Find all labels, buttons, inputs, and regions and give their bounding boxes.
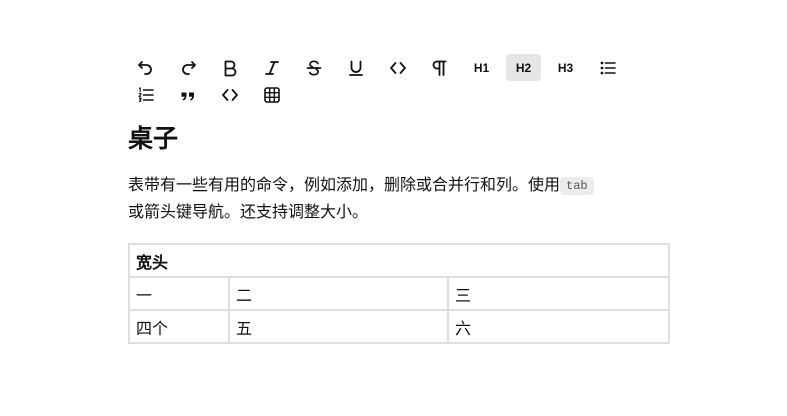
table-row: 一 二 三 <box>128 276 671 311</box>
code-block-icon <box>221 88 238 101</box>
underline-icon <box>348 60 363 76</box>
table-cell[interactable]: 二 <box>228 276 449 311</box>
quote-icon <box>181 92 194 100</box>
bold-icon <box>224 60 236 76</box>
table-icon <box>263 86 280 103</box>
heading-3-button[interactable]: H3 <box>548 54 583 81</box>
ordered-list-icon <box>137 86 154 102</box>
strikethrough-icon <box>306 59 321 76</box>
bullet-list-icon <box>600 61 616 74</box>
code-icon <box>389 61 406 74</box>
italic-button[interactable] <box>254 54 289 81</box>
table-cell[interactable]: 三 <box>446 276 671 311</box>
underline-button[interactable] <box>338 54 373 81</box>
table-cell[interactable]: 四个 <box>128 309 230 344</box>
heading-1-button[interactable]: H1 <box>464 54 499 81</box>
heading-2-label: H2 <box>515 60 532 75</box>
document-paragraph[interactable]: 表带有一些有用的命令，例如添加，删除或合并行和列。使用 tab 或箭头键导航。还支持… <box>128 172 668 225</box>
code-block-button[interactable] <box>212 81 247 108</box>
bullet-list-button[interactable] <box>590 54 625 81</box>
heading-2-button[interactable]: H2 <box>506 54 541 81</box>
paragraph-text-after: 或箭头键导航。还支持调整大小。 <box>128 202 369 221</box>
table-cell[interactable]: 五 <box>228 309 449 344</box>
undo-button[interactable] <box>128 54 163 81</box>
bold-button[interactable] <box>212 54 247 81</box>
table-row: 四个 五 六 <box>128 309 671 344</box>
blockquote-button[interactable] <box>170 81 205 108</box>
undo-icon <box>137 60 152 75</box>
redo-icon <box>181 60 196 75</box>
heading-3-label: H3 <box>557 60 574 75</box>
document-heading[interactable]: 桌子 <box>128 123 668 157</box>
table-cell[interactable]: 六 <box>446 309 671 344</box>
data-table: 宽头 一 二 三 四个 五 六 <box>127 243 671 344</box>
heading-1-label: H1 <box>473 60 490 75</box>
inline-code: tab <box>560 177 594 195</box>
editor: H1 H2 H3 桌子 表带有一些有用的命令，例如添加，删除或合并行和列。使用 … <box>127 54 671 344</box>
table-cell[interactable]: 一 <box>128 276 230 311</box>
table-header-row: 宽头 <box>127 243 671 278</box>
ordered-list-button[interactable] <box>128 81 163 108</box>
redo-button[interactable] <box>170 54 205 81</box>
table-header-cell[interactable]: 宽头 <box>127 243 671 278</box>
pilcrow-icon <box>432 60 446 76</box>
strikethrough-button[interactable] <box>296 54 331 81</box>
toolbar: H1 H2 H3 <box>128 54 668 108</box>
code-button[interactable] <box>380 54 415 81</box>
paragraph-button[interactable] <box>422 54 457 81</box>
paragraph-text-before: 表带有一些有用的命令，例如添加，删除或合并行和列。使用 <box>128 175 561 194</box>
italic-icon <box>264 60 279 75</box>
table-button[interactable] <box>254 81 289 108</box>
